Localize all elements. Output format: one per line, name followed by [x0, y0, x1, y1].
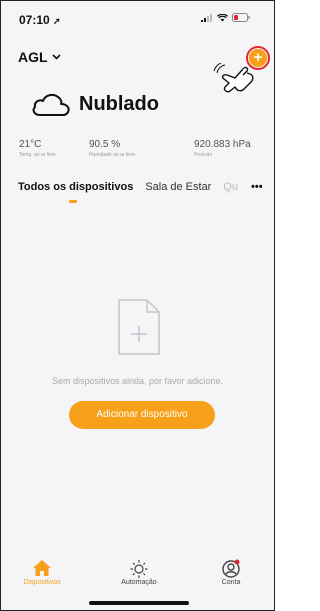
cloud-icon [32, 93, 70, 116]
humidity-stat: 90.5 % Humidade ao ar livre [89, 139, 135, 158]
weather-condition: Nublado [79, 92, 159, 115]
chevron-down-icon [51, 54, 61, 60]
nav-label-devices: Dispositivos [23, 579, 61, 586]
temperature-stat: 21°C Temp. ao ar livre [19, 139, 56, 158]
nav-item-devices[interactable]: Dispositivos [12, 557, 72, 586]
app-screen: 07:10 ➚ AGL + Nublado 21°C Temp. ao ar l… [0, 0, 275, 611]
tab-partial[interactable]: Qu [223, 181, 238, 193]
add-device-button[interactable]: Adicionar dispositivo [69, 401, 215, 429]
tab-living-room[interactable]: Sala de Estar [145, 181, 211, 193]
empty-message: Sem dispositivos ainda, por favor adicio… [51, 376, 224, 386]
temperature-value: 21°C [19, 139, 42, 150]
status-time: 07:10 ➚ [19, 13, 61, 27]
active-tab-indicator [69, 200, 77, 203]
home-indicator-bar [89, 601, 189, 605]
battery-icon [232, 13, 250, 22]
home-name: AGL [18, 49, 48, 65]
more-tabs-icon[interactable]: ••• [249, 181, 263, 193]
nav-item-account[interactable]: Conta [201, 557, 261, 586]
pointing-hand-icon [213, 63, 254, 93]
humidity-label: Humidade ao ar livre [89, 152, 136, 158]
pressure-stat: 920.883 hPa Pressão [194, 139, 251, 158]
empty-document-icon [118, 299, 160, 355]
weather-summary: Nublado [31, 91, 159, 117]
nav-label-automation: Automação [121, 579, 157, 586]
signal-icon [201, 13, 212, 22]
humidity-value: 90.5 % [89, 139, 121, 150]
pressure-label: Pressão [194, 152, 213, 158]
room-tabs: Todos os dispositivos Sala de Estar Qu [18, 181, 274, 193]
wifi-icon [217, 13, 228, 22]
temperature-label: Temp. ao ar livre [19, 152, 56, 158]
sun-icon [130, 560, 148, 578]
status-bar: 07:10 ➚ [1, 1, 274, 41]
nav-item-automation[interactable]: Automação [109, 557, 169, 586]
account-icon [222, 559, 240, 578]
nav-label-account: Conta [221, 579, 241, 586]
home-selector[interactable]: AGL [18, 49, 61, 65]
pressure-value: 920.883 hPa [194, 139, 251, 150]
status-icons [201, 13, 250, 22]
tab-all-devices[interactable]: Todos os dispositivos [18, 181, 133, 193]
home-icon [33, 560, 51, 576]
